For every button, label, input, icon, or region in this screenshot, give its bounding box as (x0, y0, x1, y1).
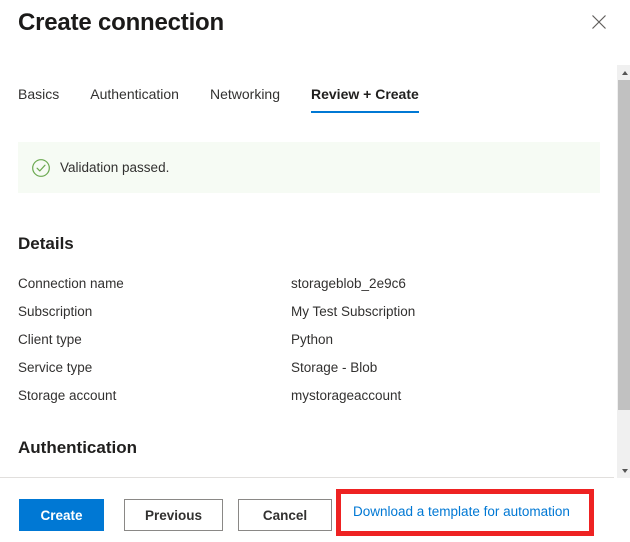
previous-button[interactable]: Previous (124, 499, 223, 531)
detail-key-storage-account: Storage account (18, 388, 117, 403)
detail-value-storage-account: mystorageaccount (291, 388, 402, 403)
details-heading: Details (18, 234, 74, 253)
create-button[interactable]: Create (19, 499, 104, 531)
tab-networking-label: Networking (209, 86, 280, 102)
create-connection-dialog: Create connection Basics Authentication … (0, 0, 630, 542)
chevron-up-icon[interactable] (618, 65, 630, 80)
cancel-button[interactable]: Cancel (238, 499, 332, 531)
table-row: Storage account mystorageaccount (18, 386, 578, 414)
page-title: Create connection (18, 9, 224, 36)
detail-key-connection-name: Connection name (18, 276, 124, 291)
check-circle-icon (32, 158, 50, 177)
chevron-down-icon[interactable] (618, 463, 630, 478)
detail-key-service-type: Service type (18, 360, 93, 375)
table-row: Connection name storageblob_2e9c6 (18, 274, 578, 302)
detail-value-subscription: My Test Subscription (291, 304, 416, 319)
tab-basics[interactable]: Basics (18, 84, 59, 113)
vertical-scrollbar[interactable] (617, 65, 630, 478)
validation-message: Validation passed. (60, 159, 170, 175)
detail-value-client-type: Python (291, 332, 334, 347)
tab-bar: Basics Authentication Networking Review … (18, 84, 419, 116)
close-icon[interactable] (585, 8, 613, 36)
download-template-link[interactable]: Download a template for automation (353, 499, 570, 524)
review-content-panel: Validation passed. Details Connection na… (0, 120, 614, 476)
detail-value-connection-name: storageblob_2e9c6 (291, 276, 406, 291)
scrollbar-thumb[interactable] (618, 80, 630, 410)
tab-basics-label: Basics (18, 86, 60, 102)
detail-key-client-type: Client type (18, 332, 82, 347)
table-row: Service type Storage - Blob (18, 358, 578, 386)
details-table: Connection name storageblob_2e9c6 Subscr… (18, 274, 578, 414)
detail-value-service-type: Storage - Blob (291, 360, 378, 375)
validation-banner: Validation passed. (18, 142, 600, 193)
tab-authentication[interactable]: Authentication (90, 84, 179, 113)
table-row: Client type Python (18, 330, 578, 358)
tab-review-create[interactable]: Review + Create (311, 84, 419, 113)
detail-key-subscription: Subscription (18, 304, 93, 319)
tab-authentication-label: Authentication (90, 86, 179, 102)
tab-networking[interactable]: Networking (210, 84, 280, 113)
authentication-heading: Authentication (18, 438, 137, 457)
tab-review-create-label: Review + Create (311, 86, 419, 102)
table-row: Subscription My Test Subscription (18, 302, 578, 330)
